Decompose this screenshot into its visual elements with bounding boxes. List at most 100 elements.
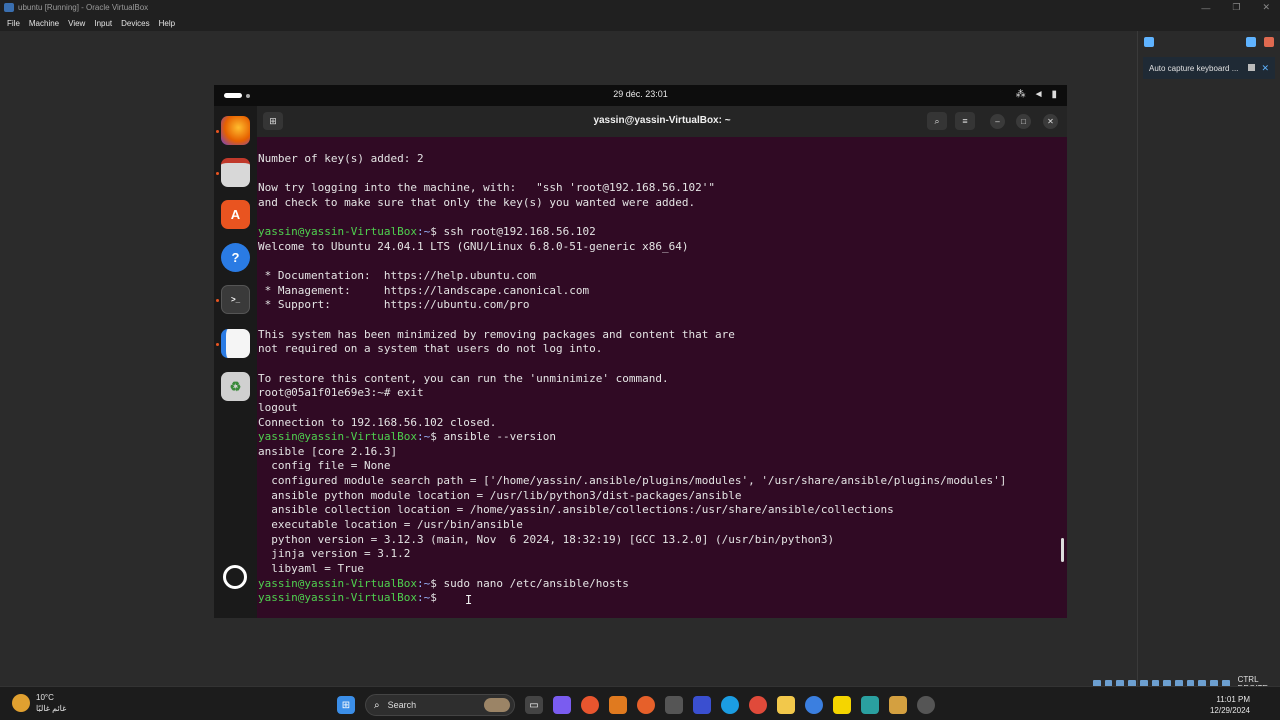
- line-text: To restore this content, you can run the…: [258, 371, 669, 385]
- chrome-icon[interactable]: [749, 696, 767, 714]
- minimize-icon[interactable]: —: [1201, 3, 1210, 13]
- terminal-line: ansible collection location = /home/yass…: [258, 503, 1067, 518]
- terminal-line: logout: [258, 401, 1067, 416]
- line-text: Number of key(s) added: 2: [258, 152, 424, 165]
- weather-temp: 10°C: [36, 693, 54, 702]
- weather-icon: [12, 694, 30, 712]
- terminal-line: ansible [core 2.16.3]: [258, 445, 1067, 460]
- menu-input[interactable]: Input: [94, 19, 112, 28]
- terminal-scrollbar[interactable]: [1061, 538, 1064, 562]
- notification-close-icon[interactable]: ✕: [1261, 63, 1269, 74]
- terminal-line: Connection to 192.168.56.102 closed.: [258, 416, 1067, 431]
- line-text: executable location = /usr/bin/ansible: [258, 518, 523, 532]
- terminal-line: jinja version = 3.1.2: [258, 547, 1067, 562]
- terminal-line: Now try logging into the machine, with: …: [258, 181, 1067, 196]
- clear-notifications-icon[interactable]: [1264, 37, 1274, 47]
- notification-center-icon[interactable]: [1144, 37, 1154, 47]
- terminal-line: * Documentation: https://help.ubuntu.com: [258, 269, 1067, 284]
- line-text: $ sudo nano /etc/ansible/hosts: [430, 576, 629, 590]
- line-text: not required on a system that users do n…: [258, 342, 603, 356]
- guest-clock[interactable]: 29 déc. 23:01: [214, 89, 1067, 99]
- text-editor-icon[interactable]: [221, 329, 250, 358]
- prompt-path: :~: [416, 225, 431, 239]
- terminal-line: yassin@yassin-VirtualBox:~$ ssh root@192…: [258, 225, 1067, 240]
- menu-machine[interactable]: Machine: [29, 19, 59, 28]
- menu-icon[interactable]: ≡: [955, 112, 975, 130]
- search-box[interactable]: ⌕ Search: [365, 694, 515, 716]
- files-icon[interactable]: [221, 158, 250, 187]
- task-view-icon[interactable]: ▭: [525, 696, 543, 714]
- guest-screen: 29 déc. 23:01 ⁂ ◄ ▮ A ? >_ ♻ ⊞ yassin@ya…: [214, 85, 1067, 618]
- terminal-output[interactable]: Number of key(s) added: 2 Now try logging…: [257, 137, 1067, 618]
- search-highlight-icon: [484, 698, 510, 712]
- line-text: configured module search path = ['/home/…: [258, 474, 1007, 488]
- terminal-line: This system has been minimized by removi…: [258, 328, 1067, 343]
- firefox-taskbar-icon[interactable]: [637, 696, 655, 714]
- tool-icon[interactable]: [889, 696, 907, 714]
- file-explorer-icon[interactable]: [777, 696, 795, 714]
- menu-view[interactable]: View: [68, 19, 85, 28]
- terminal-line: configured module search path = ['/home/…: [258, 474, 1067, 489]
- show-apps-icon[interactable]: [223, 565, 247, 589]
- line-text: * Documentation: https://help.ubuntu.com: [258, 269, 537, 283]
- notification-settings-icon[interactable]: [1248, 63, 1256, 71]
- line-text: * Support: https://ubuntu.com/pro: [258, 298, 530, 312]
- github-icon[interactable]: [665, 696, 683, 714]
- vbox-titlebar: ubuntu [Running] - Oracle VirtualBox — ❐…: [0, 0, 1280, 15]
- power-icon[interactable]: ▮: [1051, 89, 1057, 100]
- notification-center: Auto capture keyboard ... ✕: [1137, 31, 1280, 686]
- terminal-line: * Support: https://ubuntu.com/pro: [258, 298, 1067, 313]
- terminal-line: * Management: https://landscape.canonica…: [258, 284, 1067, 299]
- virtualbox-taskbar-icon[interactable]: [917, 696, 935, 714]
- terminal-line: ansible python module location = /usr/li…: [258, 489, 1067, 504]
- line-text: root@05a1f01e69e3:~# exit: [258, 386, 424, 400]
- browser-icon[interactable]: [805, 696, 823, 714]
- line-text: ansible python module location = /usr/li…: [258, 488, 742, 502]
- prompt-user: yassin@yassin-VirtualBox: [258, 576, 417, 590]
- edge-icon[interactable]: [721, 696, 739, 714]
- firefox-icon[interactable]: [221, 116, 250, 145]
- xampp-icon[interactable]: [609, 696, 627, 714]
- restore-icon[interactable]: ❐: [1232, 2, 1240, 13]
- start-icon[interactable]: ⊞: [337, 696, 355, 714]
- network-icon[interactable]: ⁂: [1016, 89, 1026, 100]
- auto-capture-notification[interactable]: Auto capture keyboard ... ✕: [1143, 57, 1275, 79]
- vs-icon[interactable]: [861, 696, 879, 714]
- search-icon: ⌕: [374, 699, 380, 711]
- terminal-line: not required on a system that users do n…: [258, 342, 1067, 357]
- prompt-path: :~: [416, 591, 431, 605]
- notification-list-icon[interactable]: [1246, 37, 1256, 47]
- weather-widget[interactable]: 10°C غائم غالبًا: [12, 692, 66, 714]
- app-center-icon[interactable]: A: [221, 200, 250, 229]
- terminal-headerbar: ⊞ yassin@yassin-VirtualBox: ~ ⌕ ≡ – □ ✕: [257, 106, 1067, 137]
- terminal-line: executable location = /usr/bin/ansible: [258, 518, 1067, 533]
- menu-devices[interactable]: Devices: [121, 19, 149, 28]
- terminal-line: and check to make sure that only the key…: [258, 196, 1067, 211]
- terminal-minimize-icon[interactable]: –: [990, 114, 1005, 129]
- line-text: ansible [core 2.16.3]: [258, 444, 398, 458]
- volume-icon[interactable]: ◄: [1034, 89, 1044, 100]
- terminal-icon[interactable]: >_: [221, 285, 250, 314]
- app-icon[interactable]: [581, 696, 599, 714]
- terminal-line: Number of key(s) added: 2: [258, 152, 1067, 167]
- text-cursor-icon: I: [465, 593, 473, 607]
- line-text: Now try logging into the machine, with: …: [258, 181, 715, 195]
- search-icon[interactable]: ⌕: [927, 112, 947, 130]
- terminal-maximize-icon[interactable]: □: [1016, 114, 1031, 129]
- sticky-notes-icon[interactable]: [833, 696, 851, 714]
- trash-icon[interactable]: ♻: [221, 372, 250, 401]
- copilot-icon[interactable]: [553, 696, 571, 714]
- help-icon[interactable]: ?: [221, 243, 250, 272]
- system-clock[interactable]: 11:01 PM 12/29/2024: [1210, 694, 1250, 716]
- line-text: ansible collection location = /home/yass…: [258, 503, 894, 517]
- terminal-line: To restore this content, you can run the…: [258, 372, 1067, 387]
- line-text: jinja version = 3.1.2: [258, 547, 411, 561]
- prompt-path: :~: [416, 430, 431, 444]
- menu-file[interactable]: File: [7, 19, 20, 28]
- close-icon[interactable]: ✕: [1262, 2, 1270, 13]
- terminal-close-icon[interactable]: ✕: [1043, 114, 1058, 129]
- vscode-icon[interactable]: [693, 696, 711, 714]
- menu-help[interactable]: Help: [159, 19, 175, 28]
